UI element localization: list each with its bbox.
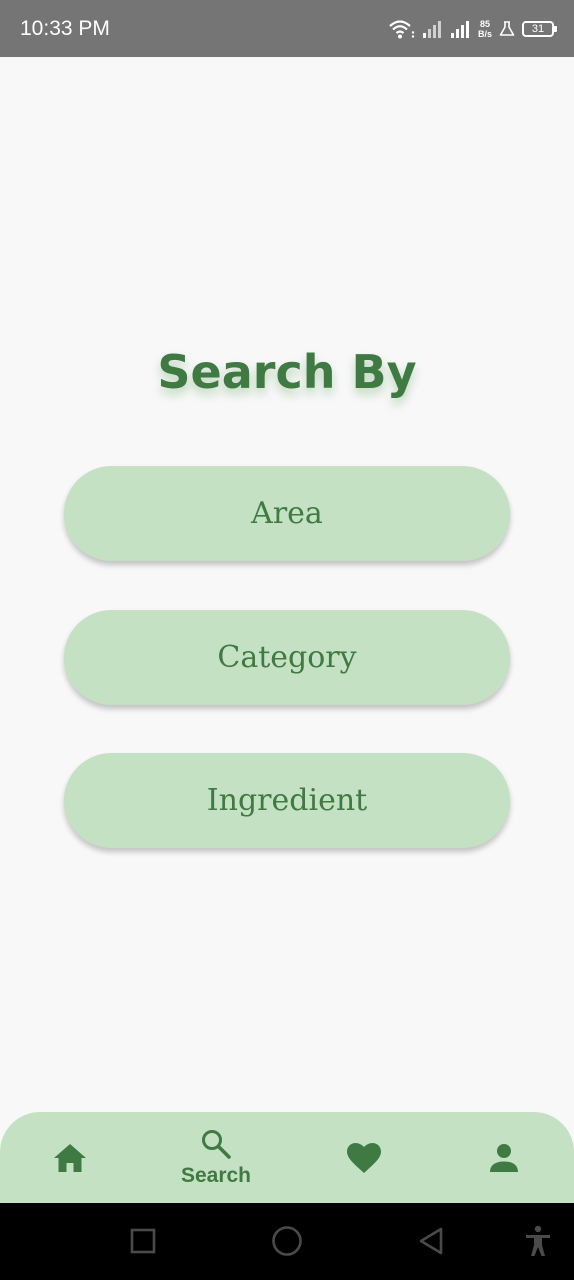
page-title: Search By [157, 345, 417, 399]
ingredient-button[interactable]: Ingredient [64, 753, 510, 848]
status-icons: 85 B/s 31 [388, 18, 557, 40]
back-button[interactable] [411, 1221, 451, 1261]
nav-search-label: Search [180, 1163, 252, 1187]
nav-profile[interactable] [474, 1112, 534, 1203]
ingredient-button-label: Ingredient [206, 783, 368, 818]
accessibility-icon [526, 1225, 550, 1256]
nav-home[interactable] [40, 1112, 100, 1203]
category-button-label: Category [217, 640, 357, 675]
category-button[interactable]: Category [64, 610, 510, 705]
search-icon [202, 1129, 231, 1159]
main-content: Search By Area Category Ingredient [0, 57, 574, 1112]
area-button-label: Area [251, 496, 323, 531]
network-speed-unit: B/s [477, 28, 492, 39]
heart-icon [347, 1142, 381, 1173]
square-icon [130, 1228, 156, 1254]
battery-level: 31 [531, 22, 545, 35]
wifi-icon [389, 19, 415, 38]
home-icon [54, 1143, 86, 1172]
nav-search[interactable]: Search [166, 1112, 266, 1203]
accessibility-button[interactable] [518, 1221, 558, 1261]
recents-button[interactable] [123, 1221, 163, 1261]
network-speed-value: 85 [479, 18, 490, 29]
signal-icon [422, 20, 441, 38]
status-bar: 10:33 PM 85 B/s 31 [0, 0, 574, 57]
status-time: 10:33 PM [20, 16, 110, 40]
battery-icon: 31 [522, 20, 557, 37]
network-speed: 85 B/s [478, 19, 492, 39]
system-nav-bar [0, 1203, 574, 1280]
bottom-nav: Search [0, 1112, 574, 1203]
back-triangle-icon [419, 1227, 443, 1255]
home-system-button[interactable] [267, 1221, 307, 1261]
person-icon [490, 1143, 518, 1172]
flask-icon [499, 20, 515, 36]
nav-favorites[interactable] [334, 1112, 394, 1203]
circle-icon [272, 1226, 302, 1256]
area-button[interactable]: Area [64, 466, 510, 561]
signal-icon-2 [450, 20, 469, 38]
